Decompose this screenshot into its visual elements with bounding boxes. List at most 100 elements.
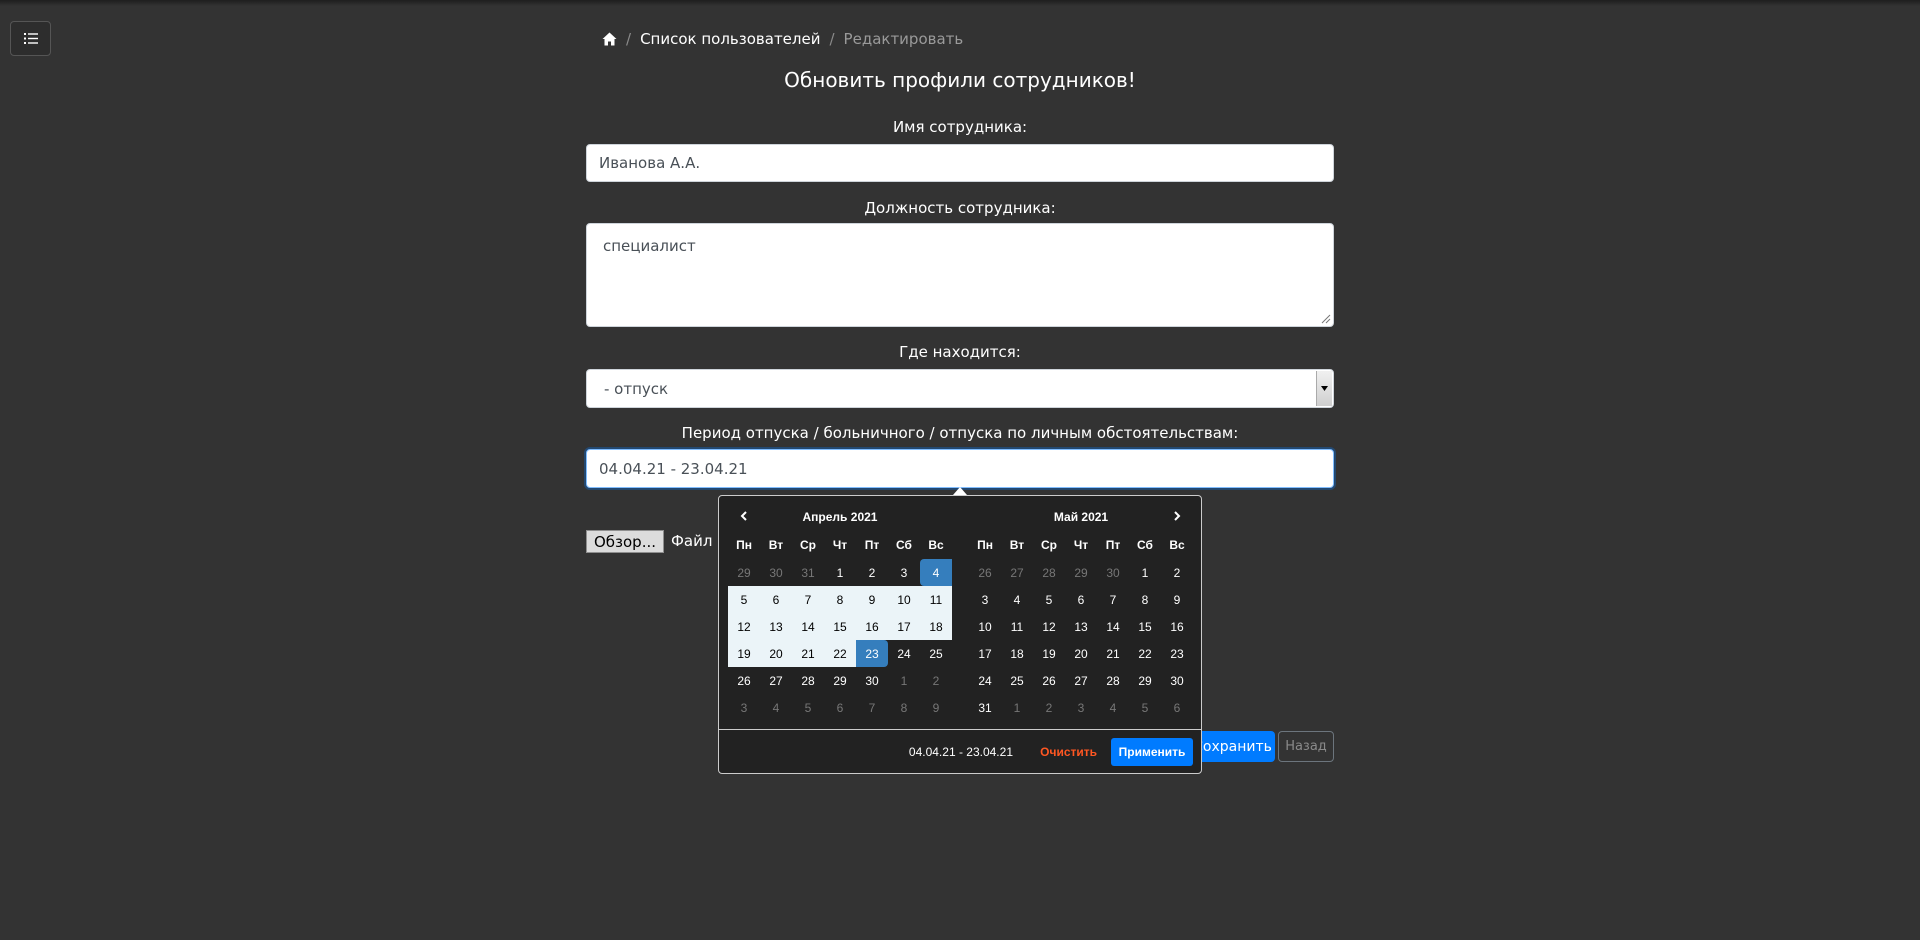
save-button[interactable]: Сохранить bbox=[1190, 731, 1275, 762]
calendar-day[interactable]: 19 bbox=[1033, 640, 1065, 667]
calendar-day[interactable]: 1 bbox=[824, 559, 856, 586]
calendar-day[interactable]: 23 bbox=[1161, 640, 1193, 667]
sidebar-toggle-button[interactable] bbox=[10, 21, 51, 56]
calendar-day[interactable]: 24 bbox=[888, 640, 920, 667]
back-button[interactable]: Назад bbox=[1278, 731, 1334, 762]
calendar-day[interactable]: 8 bbox=[1129, 586, 1161, 613]
calendar-day[interactable]: 2 bbox=[1161, 559, 1193, 586]
calendar-day[interactable]: 30 bbox=[760, 559, 792, 586]
calendar-day[interactable]: 22 bbox=[824, 640, 856, 667]
calendar-day[interactable]: 9 bbox=[1161, 586, 1193, 613]
calendar-day[interactable]: 2 bbox=[920, 667, 952, 694]
calendar-day[interactable]: 9 bbox=[856, 586, 888, 613]
calendar-day[interactable]: 26 bbox=[969, 559, 1001, 586]
calendar-day[interactable]: 3 bbox=[969, 586, 1001, 613]
calendar-day[interactable]: 6 bbox=[1065, 586, 1097, 613]
calendar-day[interactable]: 18 bbox=[920, 613, 952, 640]
calendar-day[interactable]: 27 bbox=[760, 667, 792, 694]
next-month-button[interactable] bbox=[1161, 504, 1193, 530]
calendar-day[interactable]: 1 bbox=[1129, 559, 1161, 586]
calendar-day[interactable]: 26 bbox=[1033, 667, 1065, 694]
calendar-day[interactable]: 12 bbox=[728, 613, 760, 640]
calendar-day[interactable]: 14 bbox=[1097, 613, 1129, 640]
period-input[interactable]: 04.04.21 - 23.04.21 bbox=[586, 449, 1334, 488]
calendar-day[interactable]: 21 bbox=[792, 640, 824, 667]
calendar-day[interactable]: 16 bbox=[856, 613, 888, 640]
calendar-day[interactable]: 4 bbox=[1001, 586, 1033, 613]
calendar-day[interactable]: 28 bbox=[1033, 559, 1065, 586]
calendar-day[interactable]: 7 bbox=[792, 586, 824, 613]
calendar-day[interactable]: 3 bbox=[888, 559, 920, 586]
home-link[interactable] bbox=[602, 32, 617, 46]
calendar-day[interactable]: 24 bbox=[969, 667, 1001, 694]
calendar-day[interactable]: 30 bbox=[1161, 667, 1193, 694]
calendar-day[interactable]: 27 bbox=[1001, 559, 1033, 586]
calendar-day[interactable]: 29 bbox=[1129, 667, 1161, 694]
calendar-day[interactable]: 23 bbox=[856, 640, 888, 667]
calendar-day[interactable]: 17 bbox=[969, 640, 1001, 667]
calendar-day[interactable]: 4 bbox=[760, 694, 792, 721]
calendar-day[interactable]: 10 bbox=[969, 613, 1001, 640]
calendar-day[interactable]: 8 bbox=[888, 694, 920, 721]
file-browse-button[interactable]: Обзор... bbox=[586, 530, 664, 553]
calendar-day[interactable]: 14 bbox=[792, 613, 824, 640]
calendar-day[interactable]: 3 bbox=[728, 694, 760, 721]
calendar-day[interactable]: 15 bbox=[1129, 613, 1161, 640]
calendar-day[interactable]: 6 bbox=[760, 586, 792, 613]
calendar-day[interactable]: 21 bbox=[1097, 640, 1129, 667]
calendar-day[interactable]: 5 bbox=[728, 586, 760, 613]
calendar-day[interactable]: 20 bbox=[1065, 640, 1097, 667]
calendar-day[interactable]: 28 bbox=[792, 667, 824, 694]
calendar-day[interactable]: 5 bbox=[1129, 694, 1161, 721]
breadcrumb-users-list[interactable]: Список пользователей bbox=[640, 30, 820, 48]
calendar-day[interactable]: 19 bbox=[728, 640, 760, 667]
name-input[interactable]: Иванова А.А. bbox=[586, 144, 1334, 182]
resize-grip-icon[interactable] bbox=[1320, 313, 1331, 324]
location-select[interactable]: - отпуск bbox=[586, 369, 1334, 408]
calendar-day[interactable]: 5 bbox=[1033, 586, 1065, 613]
clear-button[interactable]: Очистить bbox=[1040, 745, 1097, 759]
calendar-day[interactable]: 15 bbox=[824, 613, 856, 640]
calendar-day[interactable]: 2 bbox=[856, 559, 888, 586]
calendar-day[interactable]: 11 bbox=[920, 586, 952, 613]
calendar-day[interactable]: 2 bbox=[1033, 694, 1065, 721]
calendar-day[interactable]: 31 bbox=[792, 559, 824, 586]
calendar-day[interactable]: 13 bbox=[760, 613, 792, 640]
calendar-day[interactable]: 13 bbox=[1065, 613, 1097, 640]
calendar-day[interactable]: 17 bbox=[888, 613, 920, 640]
position-textarea[interactable]: специалист bbox=[586, 223, 1334, 327]
calendar-day[interactable]: 28 bbox=[1097, 667, 1129, 694]
calendar-day[interactable]: 29 bbox=[1065, 559, 1097, 586]
calendar-day[interactable]: 16 bbox=[1161, 613, 1193, 640]
calendar-day[interactable]: 7 bbox=[856, 694, 888, 721]
calendar-day[interactable]: 30 bbox=[1097, 559, 1129, 586]
calendar-day[interactable]: 27 bbox=[1065, 667, 1097, 694]
calendar-day[interactable]: 1 bbox=[1001, 694, 1033, 721]
calendar-day[interactable]: 7 bbox=[1097, 586, 1129, 613]
calendar-day[interactable]: 4 bbox=[920, 559, 952, 586]
calendar-day[interactable]: 3 bbox=[1065, 694, 1097, 721]
calendar-day[interactable]: 18 bbox=[1001, 640, 1033, 667]
calendar-day[interactable]: 6 bbox=[824, 694, 856, 721]
calendar-day[interactable]: 20 bbox=[760, 640, 792, 667]
calendar-day[interactable]: 22 bbox=[1129, 640, 1161, 667]
calendar-day[interactable]: 30 bbox=[856, 667, 888, 694]
calendar-day[interactable]: 29 bbox=[824, 667, 856, 694]
calendar-day[interactable]: 1 bbox=[888, 667, 920, 694]
calendar-day[interactable]: 9 bbox=[920, 694, 952, 721]
calendar-day[interactable]: 5 bbox=[792, 694, 824, 721]
calendar-day[interactable]: 25 bbox=[1001, 667, 1033, 694]
calendar-day[interactable]: 6 bbox=[1161, 694, 1193, 721]
calendar-day[interactable]: 26 bbox=[728, 667, 760, 694]
apply-button[interactable]: Применить bbox=[1111, 738, 1193, 766]
calendar-day[interactable]: 25 bbox=[920, 640, 952, 667]
calendar-day[interactable]: 4 bbox=[1097, 694, 1129, 721]
select-arrow[interactable] bbox=[1316, 371, 1332, 406]
prev-month-button[interactable] bbox=[728, 504, 760, 530]
calendar-day[interactable]: 10 bbox=[888, 586, 920, 613]
calendar-day[interactable]: 11 bbox=[1001, 613, 1033, 640]
calendar-day[interactable]: 12 bbox=[1033, 613, 1065, 640]
calendar-day[interactable]: 31 bbox=[969, 694, 1001, 721]
calendar-day[interactable]: 8 bbox=[824, 586, 856, 613]
calendar-day[interactable]: 29 bbox=[728, 559, 760, 586]
